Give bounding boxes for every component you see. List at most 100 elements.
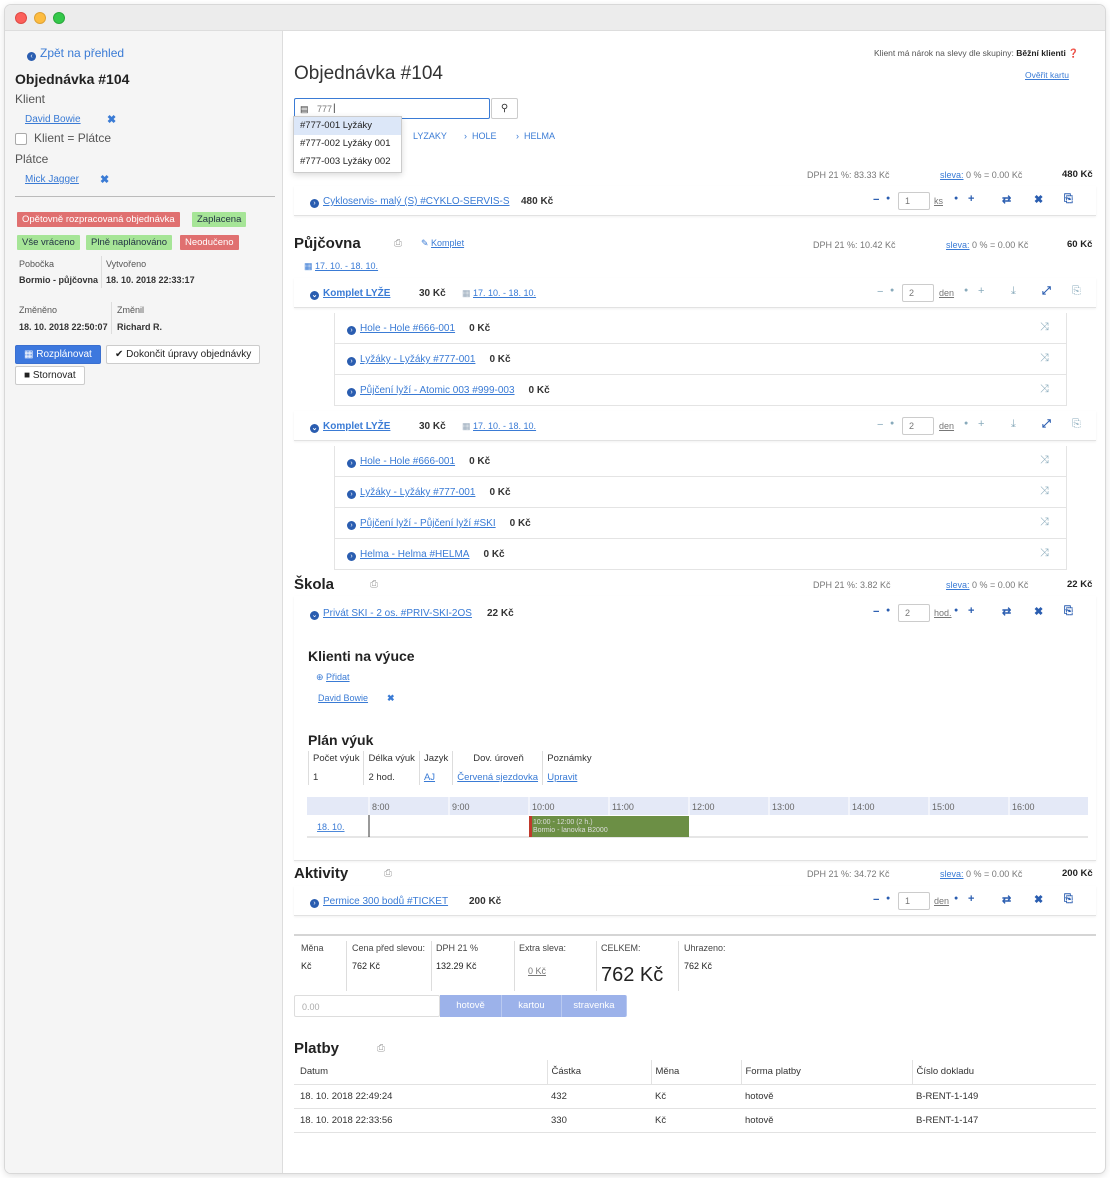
plus-icon[interactable]: + [968, 606, 974, 617]
plan-header: Počet výuk [307, 751, 364, 766]
plus-icon[interactable]: + [978, 419, 984, 430]
finish-editing-button[interactable]: ✔ Dokončit úpravy objednávky [106, 345, 261, 364]
chevron-right-icon: › [347, 459, 356, 468]
item-link[interactable]: Lyžáky - Lyžáky #777-001 [360, 354, 475, 365]
remove-client-icon[interactable]: ✖ [387, 693, 395, 703]
minimize-window-button[interactable] [34, 12, 46, 24]
group-link[interactable]: Komplet LYŽE [323, 421, 390, 432]
level-link[interactable]: Červená sjezdovka [452, 766, 543, 785]
unit-link[interactable]: den [939, 421, 954, 431]
suggestion-item[interactable]: #777-002 Lyžáky 001 [294, 135, 401, 153]
plus-icon[interactable]: + [968, 194, 974, 205]
shuffle-icon[interactable]: ⤨ [1040, 548, 1049, 559]
minus-icon[interactable]: − [877, 287, 883, 298]
item-link[interactable]: Cykloservis- malý (S) #CYKLO-SERVIS-S [323, 196, 510, 207]
copy-icon[interactable]: ⎘ [1072, 286, 1081, 297]
language-link[interactable]: AJ [418, 766, 453, 785]
lesson-client-link[interactable]: David Bowie [318, 693, 368, 703]
copy-icon[interactable]: ⎘ [1064, 194, 1073, 205]
minus-icon[interactable]: − [873, 607, 879, 618]
remove-icon[interactable]: ✖ [1034, 607, 1043, 618]
rental-dates[interactable]: ▦ 17. 10. - 18. 10. [304, 261, 378, 271]
minus-icon[interactable]: − [877, 420, 883, 431]
reschedule-button[interactable]: ▦ Rozplánovat [15, 345, 101, 364]
item-price: 0 Kč [509, 518, 531, 529]
pay-cash-button[interactable]: hotově [440, 995, 502, 1017]
plus-icon[interactable]: + [978, 286, 984, 297]
pre-discount-value: 762 Kč [352, 961, 381, 971]
unit-link[interactable]: den [939, 288, 954, 298]
unit-link[interactable]: ks [934, 196, 943, 206]
item-link[interactable]: Helma - Helma #HELMA [360, 549, 469, 560]
item-link[interactable]: Privát SKI - 2 os. #PRIV-SKI-2OS [323, 608, 472, 619]
quantity-input[interactable]: 2 [902, 284, 934, 302]
zoom-window-button[interactable] [53, 12, 65, 24]
item-link[interactable]: Permice 300 bodů #TICKET [323, 896, 448, 907]
group-dates[interactable]: ▦ 17. 10. - 18. 10. [462, 421, 536, 431]
tab-hole[interactable]: › HOLE [464, 131, 497, 141]
client-name-link[interactable]: David Bowie [25, 114, 81, 126]
item-link[interactable]: Půjčení lyží - Atomic 003 #999-003 [360, 385, 515, 396]
quantity-input[interactable]: 1 [898, 192, 930, 210]
quantity-input[interactable]: 2 [902, 417, 934, 435]
item-link[interactable]: Hole - Hole #666-001 [360, 456, 455, 467]
search-button[interactable]: ⚲ [491, 98, 518, 119]
back-link[interactable]: ‹ Zpět na přehled [27, 46, 124, 61]
group-dates[interactable]: ▦ 17. 10. - 18. 10. [462, 288, 536, 298]
unit-link[interactable]: den [934, 896, 949, 906]
shuffle-icon[interactable]: ⤨ [1040, 322, 1049, 333]
column-header: Číslo dokladu [911, 1060, 1096, 1085]
copy-icon[interactable]: ⎘ [1064, 606, 1073, 617]
plus-icon[interactable]: + [968, 894, 974, 905]
swap-icon[interactable]: ⇄ [1002, 195, 1011, 206]
remove-client-icon[interactable]: ✖ [107, 114, 116, 127]
expand-icon[interactable]: ⤢ [1042, 419, 1051, 430]
quantity-input[interactable]: 2 [898, 604, 930, 622]
edit-notes-link[interactable]: Upravit [542, 766, 596, 785]
remove-icon[interactable]: ✖ [1034, 895, 1043, 906]
item-link[interactable]: Lyžáky - Lyžáky #777-001 [360, 487, 475, 498]
copy-icon[interactable]: ⎘ [1072, 419, 1081, 430]
remove-icon[interactable]: ✖ [1034, 195, 1043, 206]
client-is-payer-checkbox[interactable] [15, 133, 27, 145]
shuffle-icon[interactable]: ⤨ [1040, 384, 1049, 395]
print-icon[interactable]: ⎙ [370, 579, 378, 591]
pay-voucher-button[interactable]: stravenka [562, 995, 627, 1017]
extra-discount-link[interactable]: 0 Kč [528, 966, 546, 976]
add-client-link[interactable]: ⊕ Přidat [316, 672, 350, 682]
suggestion-item[interactable]: #777-001 Lyžáky [294, 117, 401, 135]
item-link[interactable]: Půjčení lyží - Půjčení lyží #SKI [360, 518, 496, 529]
unit-link[interactable]: hod. [934, 608, 952, 618]
shuffle-icon[interactable]: ⤨ [1040, 353, 1049, 364]
swap-icon[interactable]: ⇄ [1002, 607, 1011, 618]
shuffle-icon[interactable]: ⤨ [1040, 517, 1049, 528]
komplet-link[interactable]: ✎ Komplet [421, 238, 464, 248]
shuffle-icon[interactable]: ⤨ [1040, 455, 1049, 466]
shuffle-icon[interactable]: ⤨ [1040, 486, 1049, 497]
download-icon[interactable]: ⤓ [1011, 419, 1016, 430]
timeline-day-link[interactable]: 18. 10. [317, 822, 345, 832]
pay-card-button[interactable]: kartou [502, 995, 562, 1017]
payer-name-link[interactable]: Mick Jagger [25, 174, 79, 186]
verify-card-link[interactable]: Ověřit kartu [1025, 70, 1069, 81]
copy-icon[interactable]: ⎘ [1064, 894, 1073, 905]
plan-title: Plán výuk [308, 732, 374, 748]
group-link[interactable]: Komplet LYŽE [323, 288, 390, 299]
swap-icon[interactable]: ⇄ [1002, 895, 1011, 906]
remove-payer-icon[interactable]: ✖ [100, 174, 109, 187]
tab-helma[interactable]: › HELMA [516, 131, 555, 141]
minus-icon[interactable]: − [873, 195, 879, 206]
download-icon[interactable]: ⤓ [1011, 286, 1016, 297]
print-icon[interactable]: ⎙ [394, 238, 402, 250]
payment-amount-input[interactable]: 0.00 [294, 995, 440, 1017]
tab-lyzaky[interactable]: LYZAKY [413, 131, 447, 141]
print-icon[interactable]: ⎙ [377, 1043, 385, 1055]
cancel-order-button[interactable]: ■ Stornovat [15, 366, 85, 385]
print-icon[interactable]: ⎙ [384, 868, 392, 880]
expand-icon[interactable]: ⤢ [1042, 286, 1051, 297]
close-window-button[interactable] [15, 12, 27, 24]
suggestion-item[interactable]: #777-003 Lyžáky 002 [294, 153, 401, 171]
item-link[interactable]: Hole - Hole #666-001 [360, 323, 455, 334]
quantity-input[interactable]: 1 [898, 892, 930, 910]
minus-icon[interactable]: − [873, 895, 879, 906]
